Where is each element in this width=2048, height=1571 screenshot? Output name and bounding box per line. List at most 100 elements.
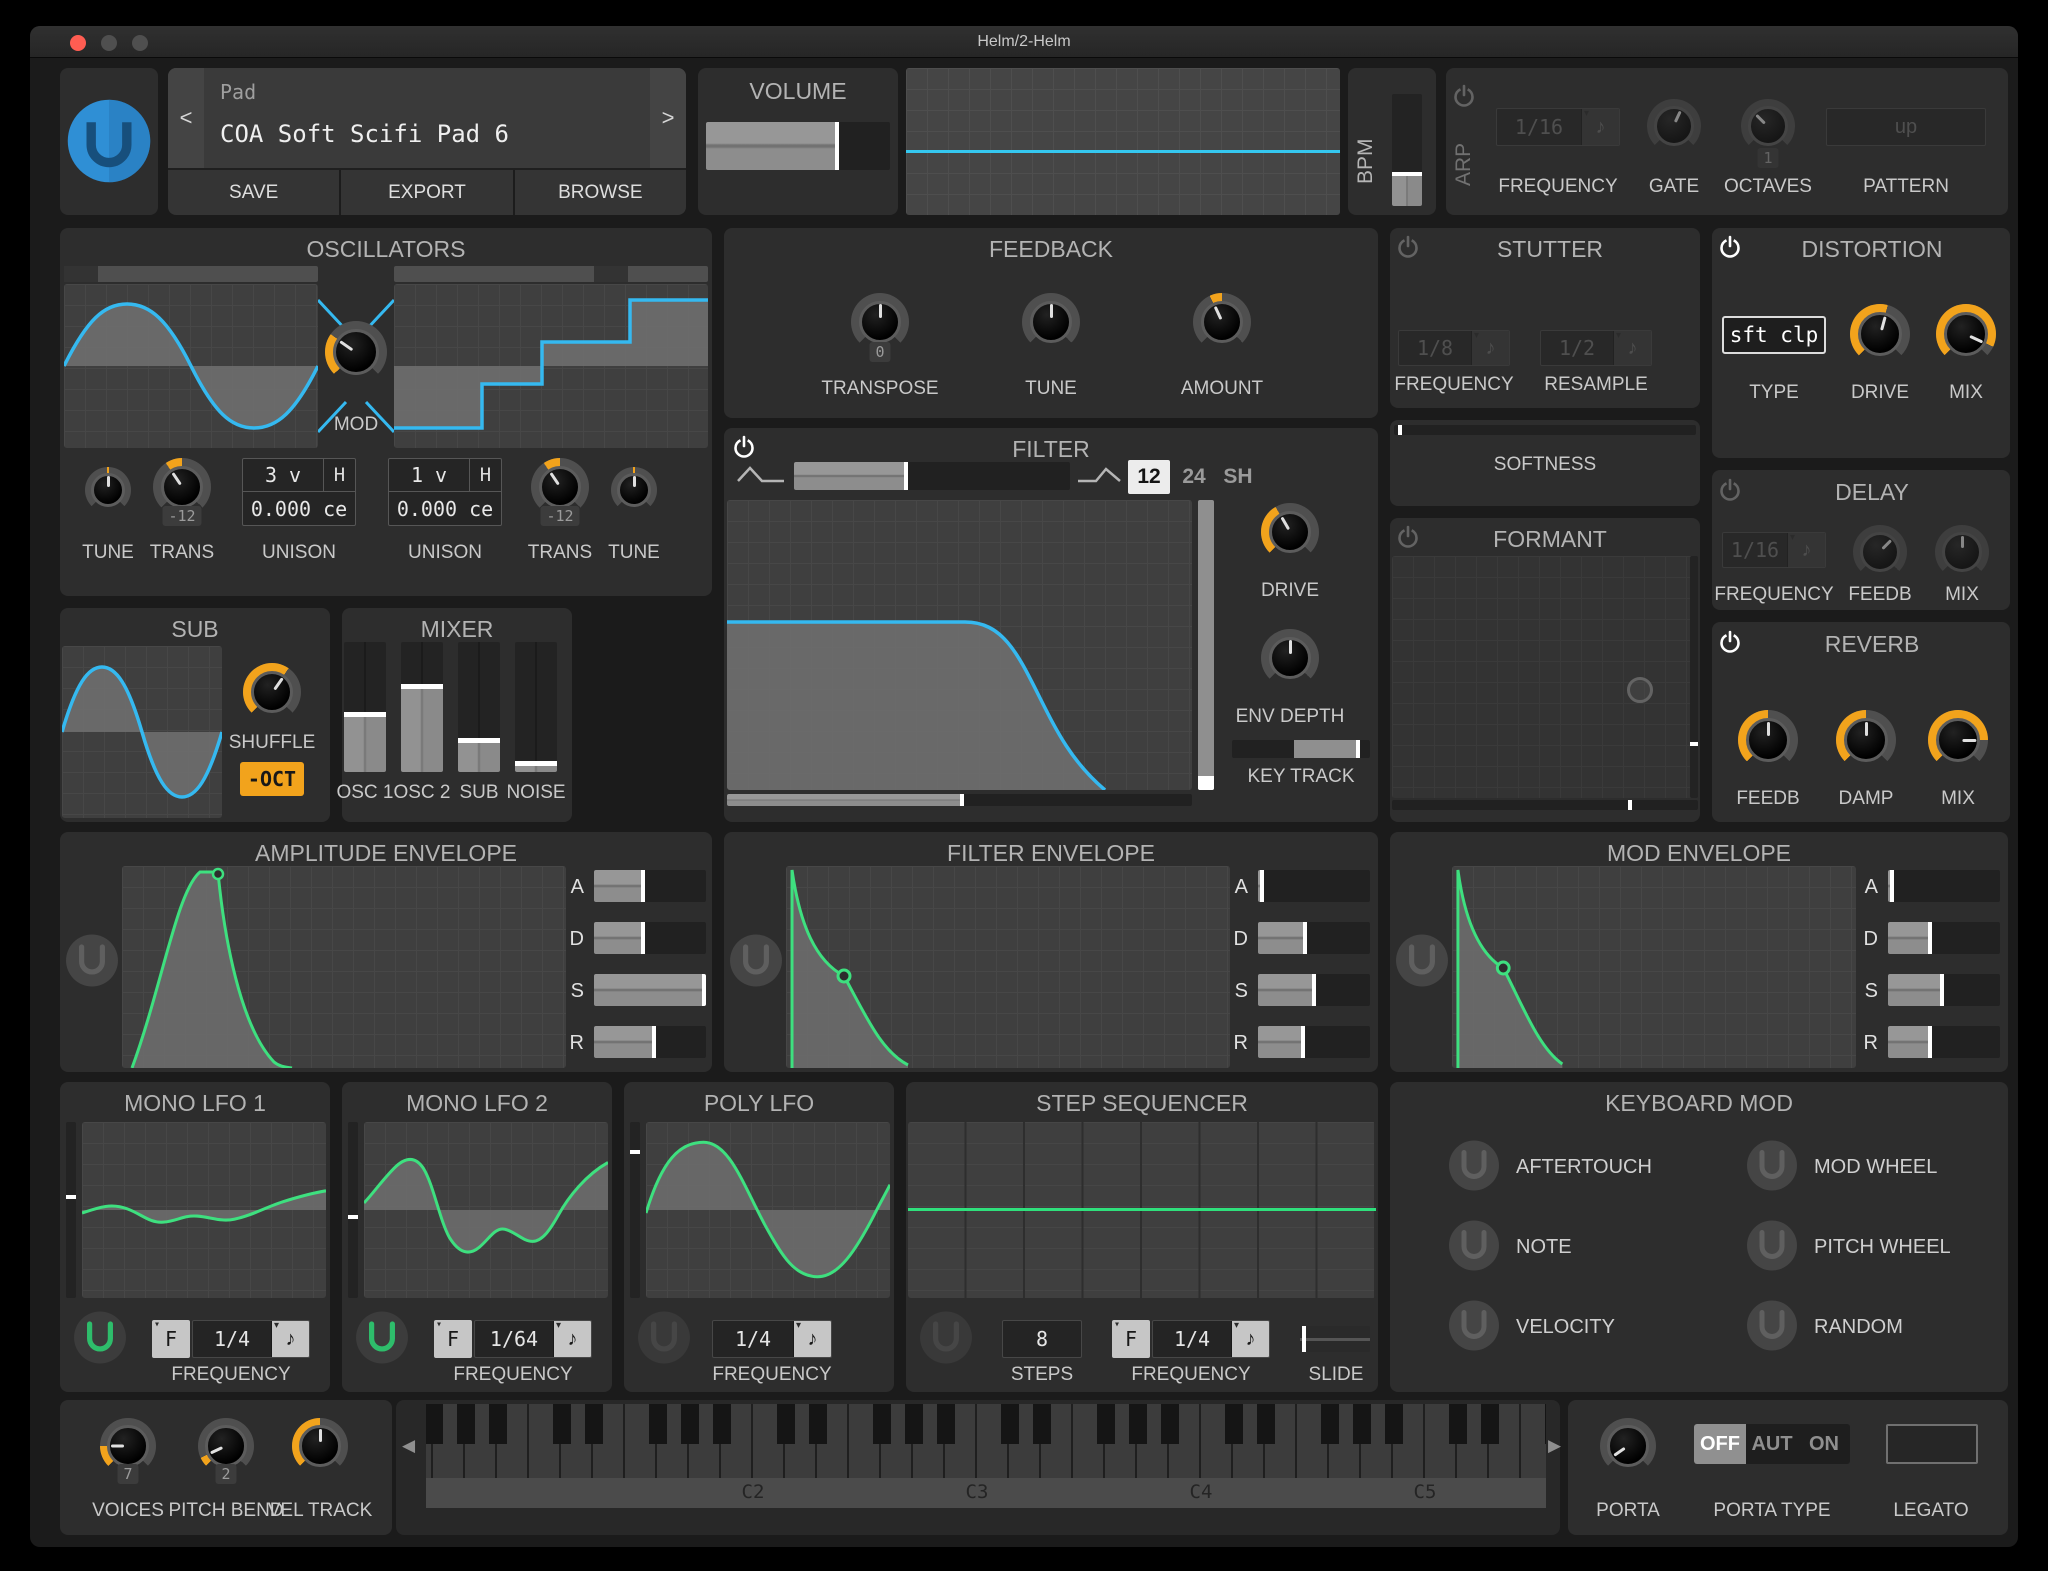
mono-lfo1-amount-slider[interactable] <box>66 1122 76 1298</box>
bpm-slider[interactable] <box>1392 94 1422 206</box>
amp-env-release-slider[interactable] <box>594 1026 706 1058</box>
filter-env-attack-slider[interactable] <box>1258 870 1370 902</box>
filter-envelope-display[interactable] <box>786 866 1230 1068</box>
amplitude-envelope-display[interactable] <box>122 866 566 1068</box>
osc2-waveform-display[interactable] <box>394 284 708 448</box>
patch-name[interactable]: COA Soft Scifi Pad 6 <box>220 120 509 148</box>
osc1-waveform-display[interactable] <box>64 284 318 448</box>
sub-waveform-display[interactable] <box>62 646 222 818</box>
export-button[interactable]: EXPORT <box>341 170 512 215</box>
filter-resonance-slider[interactable] <box>1198 500 1214 790</box>
osc1-unison-cents[interactable]: 0.000 ce <box>243 492 355 525</box>
porta-type-on-option[interactable]: ON <box>1798 1424 1850 1464</box>
amp-env-mod-source-icon[interactable] <box>65 934 119 993</box>
porta-type-off-option[interactable]: OFF <box>1694 1424 1746 1464</box>
mono-lfo2-amount-slider[interactable] <box>348 1122 358 1298</box>
reverb-feedback-knob[interactable] <box>1738 710 1798 770</box>
arp-pattern-value[interactable]: up <box>1826 108 1986 146</box>
step-sequencer-retrigger-button[interactable]: ▾F <box>1112 1320 1150 1358</box>
keyboard-keys[interactable] <box>426 1404 1546 1478</box>
note-mod-source-icon[interactable] <box>1448 1220 1500 1277</box>
mono-lfo1-note-icon[interactable]: ▾♪ <box>271 1321 309 1357</box>
filter-pole-12-button[interactable]: 12 <box>1128 460 1170 494</box>
mono-lfo1-mod-source-icon[interactable] <box>73 1311 127 1370</box>
mono-lfo1-frequency-value[interactable]: 1/4▾♪ <box>192 1320 310 1358</box>
reverb-mix-knob[interactable] <box>1928 710 1988 770</box>
osc1-tune-knob[interactable] <box>85 467 131 513</box>
step-sequencer-steps-value[interactable]: 8 <box>1002 1320 1082 1358</box>
poly-lfo-display[interactable] <box>646 1122 890 1298</box>
save-button[interactable]: SAVE <box>168 170 339 215</box>
osc1-unison-control[interactable]: 3 vH 0.000 ce <box>242 458 356 526</box>
mod-env-sustain-slider[interactable] <box>1888 974 2000 1006</box>
formant-xy-puck[interactable] <box>1627 677 1653 703</box>
mod-envelope-display[interactable] <box>1452 866 1856 1068</box>
delay-power-button[interactable] <box>1717 477 1743 503</box>
osc1-wave-frame-slider[interactable] <box>64 266 318 282</box>
formant-power-button[interactable] <box>1395 524 1421 550</box>
legato-checkbox[interactable] <box>1886 1424 1978 1464</box>
osc2-unison-harmonize-button[interactable]: H <box>469 459 501 491</box>
filter-blend-slider[interactable] <box>794 462 1070 490</box>
keyboard-scroll-left-icon[interactable]: ◀ <box>402 1436 415 1456</box>
filter-env-release-slider[interactable] <box>1258 1026 1370 1058</box>
poly-lfo-amount-slider[interactable] <box>630 1122 640 1298</box>
osc-mod-knob[interactable] <box>325 321 387 383</box>
keyboard-black-keys[interactable] <box>426 1404 1546 1444</box>
mod-env-decay-slider[interactable] <box>1888 922 2000 954</box>
mod-env-mod-source-icon[interactable] <box>1395 934 1449 993</box>
browse-button[interactable]: BROWSE <box>515 170 686 215</box>
mixer-osc1-slider[interactable] <box>344 642 386 772</box>
mixer-noise-slider[interactable] <box>515 642 557 772</box>
distortion-power-button[interactable] <box>1717 234 1743 260</box>
filter-drive-knob[interactable] <box>1261 503 1319 561</box>
filter-key-track-slider[interactable] <box>1232 740 1370 758</box>
filter-env-sustain-slider[interactable] <box>1258 974 1370 1006</box>
distortion-type-value[interactable]: sft clp <box>1722 316 1826 354</box>
mono-lfo2-note-icon[interactable]: ▾♪ <box>553 1321 591 1357</box>
aftertouch-mod-source-icon[interactable] <box>1448 1140 1500 1197</box>
poly-lfo-note-icon[interactable]: ▾♪ <box>793 1321 831 1357</box>
osc2-unison-voices[interactable]: 1 v <box>389 459 469 491</box>
volume-slider[interactable] <box>706 122 890 170</box>
stutter-frequency-value[interactable]: 1/8▾♪ <box>1398 330 1510 366</box>
arp-gate-knob[interactable] <box>1647 99 1701 153</box>
delay-mix-knob[interactable] <box>1935 525 1989 579</box>
distortion-mix-knob[interactable] <box>1936 304 1996 364</box>
osc2-unison-cents[interactable]: 0.000 ce <box>389 492 501 525</box>
formant-xy-pad[interactable] <box>1392 556 1698 798</box>
filter-display[interactable] <box>727 500 1192 790</box>
velocity-mod-source-icon[interactable] <box>1448 1300 1500 1357</box>
formant-x-slider[interactable] <box>1392 800 1698 810</box>
step-sequencer-slide-slider[interactable] <box>1300 1326 1370 1352</box>
keyboard-scroll-right-icon[interactable]: ▶ <box>1548 1436 1561 1456</box>
stutter-frequency-note-icon[interactable]: ▾♪ <box>1471 331 1509 365</box>
formant-y-slider[interactable] <box>1690 556 1698 798</box>
stutter-power-button[interactable] <box>1395 234 1421 260</box>
filter-env-depth-knob[interactable] <box>1261 629 1319 687</box>
mono-lfo1-retrigger-button[interactable]: ▾F <box>152 1320 190 1358</box>
mono-lfo2-retrigger-button[interactable]: ▾F <box>434 1320 472 1358</box>
filter-pole-sh-button[interactable]: SH <box>1216 460 1260 494</box>
feedback-amount-knob[interactable] <box>1193 293 1251 351</box>
pitch-wheel-mod-source-icon[interactable] <box>1746 1220 1798 1277</box>
amp-env-sustain-slider[interactable] <box>594 974 706 1006</box>
mono-lfo1-display[interactable] <box>82 1122 326 1298</box>
osc2-wave-frame-slider[interactable] <box>394 266 708 282</box>
poly-lfo-mod-source-icon[interactable] <box>637 1311 691 1370</box>
osc1-unison-harmonize-button[interactable]: H <box>323 459 355 491</box>
feedback-tune-knob[interactable] <box>1022 293 1080 351</box>
arp-frequency-value[interactable]: 1/16 ▾♪ <box>1496 108 1620 146</box>
stutter-resample-note-icon[interactable]: ▾♪ <box>1613 331 1651 365</box>
filter-cutoff-slider[interactable] <box>727 794 1192 806</box>
mixer-osc2-slider[interactable] <box>401 642 443 772</box>
sub-octave-button[interactable]: -OCT <box>240 762 304 796</box>
osc1-unison-voices[interactable]: 3 v <box>243 459 323 491</box>
osc2-tune-knob[interactable] <box>611 467 657 513</box>
step-sequencer-note-icon[interactable]: ▾♪ <box>1231 1321 1269 1357</box>
mono-lfo2-mod-source-icon[interactable] <box>355 1311 409 1370</box>
delay-frequency-note-icon[interactable]: ▾♪ <box>1787 533 1825 567</box>
stutter-resample-value[interactable]: 1/2▾♪ <box>1540 330 1652 366</box>
filter-env-mod-source-icon[interactable] <box>729 934 783 993</box>
next-patch-button[interactable]: > <box>650 68 686 168</box>
